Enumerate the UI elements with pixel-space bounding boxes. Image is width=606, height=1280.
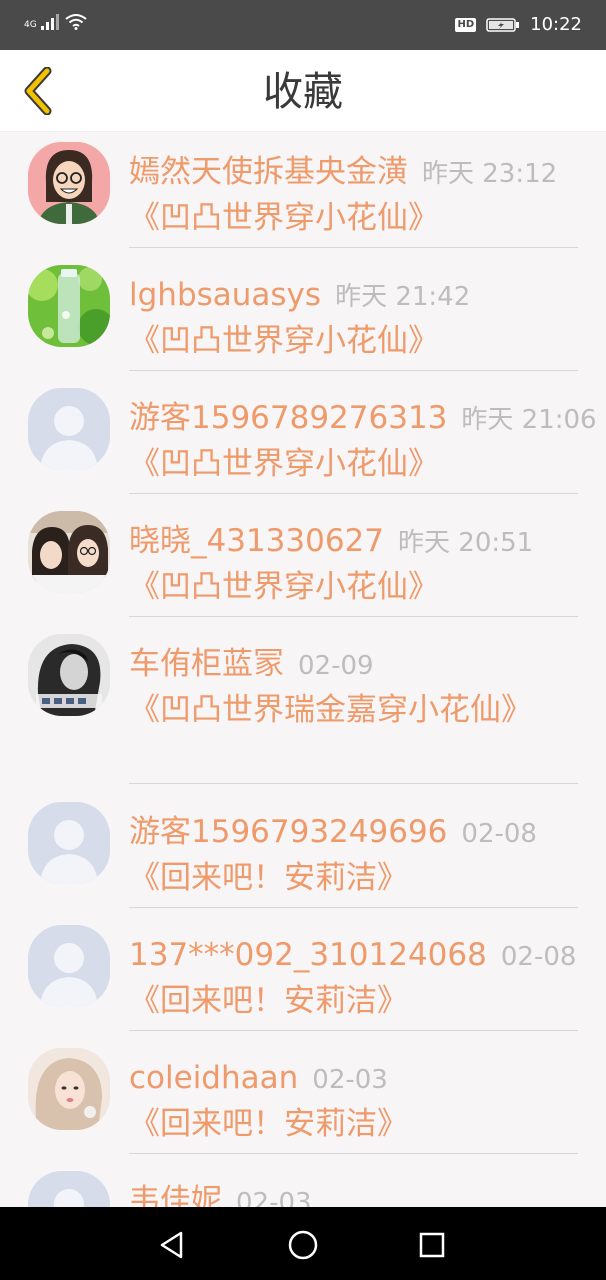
item-content: 137***092_310124068 02-08 《回来吧！安莉洁》 <box>129 933 606 1023</box>
user-name: 晓晓_431330627 <box>129 523 385 559</box>
list-item[interactable]: 韦佳妮 02-03 <box>0 1161 606 1207</box>
user-name: lghbsauasys <box>129 277 322 313</box>
avatar-default[interactable] <box>28 925 110 1007</box>
avatar-photo-girl[interactable] <box>28 1048 110 1130</box>
item-content: 游客1596793249696 02-08 《回来吧！安莉洁》 <box>129 810 606 900</box>
avatar-default[interactable] <box>28 1171 110 1207</box>
avatar-bw-girl[interactable] <box>28 634 110 716</box>
clock: 10:22 <box>530 14 582 35</box>
divider <box>129 1030 578 1031</box>
status-bar: 4G HD 10:22 <box>0 0 606 50</box>
list-item[interactable]: 嫣然天使拆基央金潢 昨天 23:12 《凹凸世界穿小花仙》 <box>0 132 606 255</box>
avatar-default[interactable] <box>28 802 110 884</box>
home-circle-icon <box>288 1230 318 1260</box>
name-line: 嫣然天使拆基央金潢 昨天 23:12 <box>129 150 606 196</box>
page-title: 收藏 <box>263 69 343 115</box>
user-name: 车侑柜蓝冡 <box>129 646 284 682</box>
nav-home-button[interactable] <box>283 1225 323 1265</box>
status-right: HD 10:22 <box>455 14 582 36</box>
item-content: coleidhaan 02-03 《回来吧！安莉洁》 <box>129 1056 606 1146</box>
work-title: 《凹凸世界穿小花仙》 <box>129 323 439 359</box>
avatar-default[interactable] <box>28 388 110 470</box>
item-content: 车侑柜蓝冡 02-09 《凹凸世界瑞金嘉穿小花仙》 <box>129 642 606 732</box>
divider <box>129 493 578 494</box>
battery-charging-icon <box>486 18 520 32</box>
name-line: 晓晓_431330627 昨天 20:51 <box>129 519 606 565</box>
list-item[interactable]: coleidhaan 02-03 《回来吧！安莉洁》 <box>0 1038 606 1161</box>
back-triangle-icon <box>160 1231 183 1259</box>
item-time: 02-08 <box>500 942 577 972</box>
divider <box>129 247 578 248</box>
divider <box>129 370 578 371</box>
divider <box>129 907 578 908</box>
item-time: 昨天 21:06 <box>461 405 597 435</box>
system-nav-bar <box>0 1207 606 1280</box>
list-item[interactable]: 游客1596793249696 02-08 《回来吧！安莉洁》 <box>0 792 606 915</box>
list-item[interactable]: 游客1596789276313 昨天 21:06 《凹凸世界穿小花仙》 <box>0 378 606 501</box>
nav-back-button[interactable] <box>152 1225 192 1265</box>
work-title: 《回来吧！安莉洁》 <box>129 1106 408 1142</box>
recents-square-icon <box>419 1232 445 1258</box>
work-title: 《凹凸世界穿小花仙》 <box>129 200 439 236</box>
item-content: 嫣然天使拆基央金潢 昨天 23:12 《凹凸世界穿小花仙》 <box>129 150 606 240</box>
user-name: 韦佳妮 <box>129 1183 222 1207</box>
user-name: 嫣然天使拆基央金潢 <box>129 154 408 190</box>
item-content: 游客1596789276313 昨天 21:06 《凹凸世界穿小花仙》 <box>129 396 606 486</box>
list-item[interactable]: 晓晓_431330627 昨天 20:51 《凹凸世界穿小花仙》 <box>0 501 606 624</box>
status-left: 4G <box>24 14 87 30</box>
name-line: 韦佳妮 02-03 <box>129 1179 606 1207</box>
list-item[interactable]: 车侑柜蓝冡 02-09 《凹凸世界瑞金嘉穿小花仙》 <box>0 624 606 792</box>
signal-icon <box>40 14 59 30</box>
divider <box>129 616 578 617</box>
work-title: 《凹凸世界瑞金嘉穿小花仙》 <box>129 692 532 728</box>
item-content: lghbsauasys 昨天 21:42 《凹凸世界穿小花仙》 <box>129 273 606 363</box>
work-title: 《回来吧！安莉洁》 <box>129 983 408 1019</box>
divider <box>129 1153 578 1154</box>
list-item[interactable]: lghbsauasys 昨天 21:42 《凹凸世界穿小花仙》 <box>0 255 606 378</box>
item-time: 02-03 <box>236 1188 312 1207</box>
user-name: coleidhaan <box>129 1060 299 1096</box>
user-name: 游客1596793249696 <box>129 814 448 850</box>
name-line: 游客1596789276313 昨天 21:06 <box>129 396 606 442</box>
item-content: 晓晓_431330627 昨天 20:51 《凹凸世界穿小花仙》 <box>129 519 606 609</box>
item-time: 昨天 21:42 <box>335 282 471 312</box>
item-content: 韦佳妮 02-03 <box>129 1179 606 1207</box>
item-time: 02-03 <box>312 1065 388 1095</box>
work-title: 《凹凸世界穿小花仙》 <box>129 569 439 605</box>
name-line: 137***092_310124068 02-08 <box>129 933 606 979</box>
wifi-icon <box>65 14 87 30</box>
name-line: lghbsauasys 昨天 21:42 <box>129 273 606 319</box>
avatar-cartoon-girl[interactable] <box>28 142 110 224</box>
work-title: 《凹凸世界穿小花仙》 <box>129 446 439 482</box>
user-name: 137***092_310124068 <box>129 937 487 973</box>
work-title: 《回来吧！安莉洁》 <box>129 860 408 896</box>
name-line: 车侑柜蓝冡 02-09 <box>129 642 606 688</box>
item-time: 02-09 <box>298 651 374 681</box>
network-type: 4G <box>24 20 37 30</box>
list-item[interactable]: 137***092_310124068 02-08 《回来吧！安莉洁》 <box>0 915 606 1038</box>
avatar-green-bottle[interactable] <box>28 265 110 347</box>
item-time: 昨天 20:51 <box>398 528 534 558</box>
divider <box>129 783 578 784</box>
user-name: 游客1596789276313 <box>129 400 448 436</box>
avatar-two-girls[interactable] <box>28 511 110 593</box>
item-time: 02-08 <box>461 819 537 849</box>
item-time: 昨天 23:12 <box>422 159 558 189</box>
favorites-list: 嫣然天使拆基央金潢 昨天 23:12 《凹凸世界穿小花仙》 lghbsauasys… <box>0 132 606 1207</box>
hd-badge: HD <box>455 18 477 32</box>
nav-recents-button[interactable] <box>412 1225 452 1265</box>
name-line: 游客1596793249696 02-08 <box>129 810 606 856</box>
app-header: 收藏 <box>0 50 606 132</box>
name-line: coleidhaan 02-03 <box>129 1056 606 1102</box>
